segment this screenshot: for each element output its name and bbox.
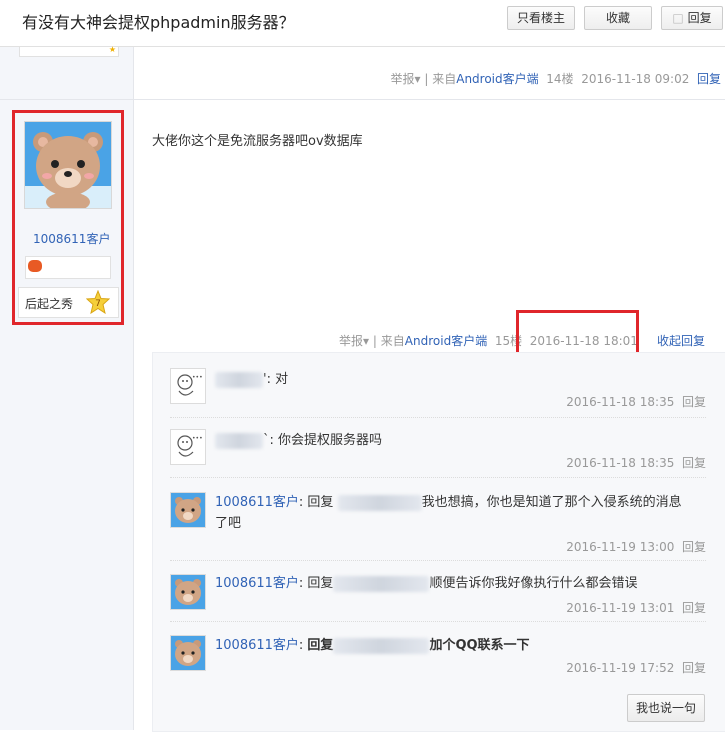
- client-link[interactable]: Android客户端: [456, 72, 538, 86]
- blurred-username: [215, 371, 263, 388]
- comment-avatar[interactable]: [170, 574, 206, 610]
- reply-button[interactable]: □ 回复: [661, 6, 723, 30]
- svg-text:•••: •••: [192, 435, 203, 442]
- level-box-14-remnant: ★: [19, 45, 119, 57]
- comment-time: 2016-11-18 18:35: [566, 395, 675, 409]
- time-highlight-box: [516, 310, 639, 358]
- comment-divider: [170, 560, 706, 562]
- from-label: 来自: [432, 72, 457, 86]
- comment-time: 2016-11-19 13:00: [566, 540, 675, 554]
- comment-time: 2016-11-19 13:01: [566, 601, 675, 615]
- comment-meta: 2016-11-18 18:35 回复: [566, 454, 706, 471]
- bear-avatar-icon: [171, 636, 205, 670]
- doodle-avatar-icon: •••: [177, 435, 203, 457]
- blurred-username: [215, 432, 263, 449]
- comment-reply-link[interactable]: 回复: [682, 661, 706, 675]
- doodle-avatar-icon: •••: [177, 374, 203, 396]
- comment-text: 1008611客户: 回复 顺便告诉你我好像执行什么都会错误: [215, 575, 638, 592]
- comment-meta: 2016-11-19 13:00 回复: [566, 538, 706, 555]
- reply-button-label: 回复: [687, 11, 712, 25]
- bear-avatar-icon: [171, 575, 205, 609]
- author-highlight-box: [12, 110, 124, 325]
- report-link[interactable]: 举报▾: [390, 72, 420, 86]
- comment-reply-link[interactable]: 回复: [682, 540, 706, 554]
- blurred-username: [333, 575, 430, 592]
- collapse-replies-link[interactable]: 收起回复: [657, 334, 705, 348]
- comment-text: 1008611客户: 回复 加个QQ联系一下: [215, 637, 530, 654]
- speech-bubble-icon: □: [672, 11, 684, 25]
- reply-link[interactable]: 回复: [697, 72, 721, 86]
- comment-meta: 2016-11-18 18:35 回复: [566, 393, 706, 410]
- comment-divider: [170, 417, 706, 419]
- from-label: 来自: [380, 334, 405, 348]
- comment-reply-link[interactable]: 回复: [682, 601, 706, 615]
- comment-text: `: 你会提权服务器吗: [215, 430, 706, 451]
- comment-thread: ••• ': 对 2016-11-18 18:35 回复 ••• `: 你会提权…: [152, 352, 725, 732]
- client-link[interactable]: Android客户端: [405, 334, 487, 348]
- comment-text: 1008611客户: 回复 我也想搞，你也是知道了那个入侵系统的消息 了吧: [215, 494, 682, 531]
- comment-meta: 2016-11-19 13:01 回复: [566, 599, 706, 616]
- comment-username[interactable]: 1008611客户: [215, 638, 299, 653]
- bear-avatar-icon: [171, 493, 205, 527]
- comment-avatar[interactable]: •••: [170, 429, 206, 465]
- comment-divider: [170, 477, 706, 479]
- comment-reply-link[interactable]: 回复: [682, 456, 706, 470]
- svg-text:•••: •••: [192, 374, 203, 381]
- comment-avatar[interactable]: •••: [170, 368, 206, 404]
- comment-username[interactable]: 1008611客户: [215, 495, 299, 510]
- favorite-button[interactable]: 收藏: [584, 6, 652, 30]
- meta-separator: |: [424, 72, 429, 86]
- meta-separator: |: [372, 334, 377, 348]
- only-op-button[interactable]: 只看楼主: [507, 6, 575, 30]
- report-link[interactable]: 举报▾: [339, 334, 369, 348]
- thread-header: 有没有大神会提权phpadmin服务器？ 只看楼主 收藏 □ 回复: [0, 0, 725, 47]
- add-comment-button[interactable]: 我也说一句: [627, 694, 705, 722]
- comment-avatar[interactable]: [170, 635, 206, 671]
- comment-time: 2016-11-18 18:35: [566, 456, 675, 470]
- comment-meta: 2016-11-19 17:52 回复: [566, 659, 706, 676]
- floor-number: 14楼: [546, 72, 574, 86]
- comment-avatar[interactable]: [170, 492, 206, 528]
- thread-title: 有没有大神会提权phpadmin服务器？: [22, 13, 295, 32]
- floor-14-meta: 举报▾ | 来自Android客户端 14楼 2016-11-18 09:02 …: [390, 70, 721, 87]
- comment-text: ': 对: [215, 369, 706, 390]
- post-content: 大佬你这个是免流服务器吧ov数据库: [152, 134, 363, 149]
- star-icon: ★: [108, 45, 116, 54]
- post-time: 2016-11-18 09:02: [581, 72, 690, 86]
- blurred-username: [333, 637, 430, 654]
- comment-reply-link[interactable]: 回复: [682, 395, 706, 409]
- comment-username[interactable]: 1008611客户: [215, 576, 299, 591]
- comment-divider: [170, 621, 706, 623]
- comment-time: 2016-11-19 17:52: [566, 661, 675, 675]
- blurred-username: [337, 494, 422, 511]
